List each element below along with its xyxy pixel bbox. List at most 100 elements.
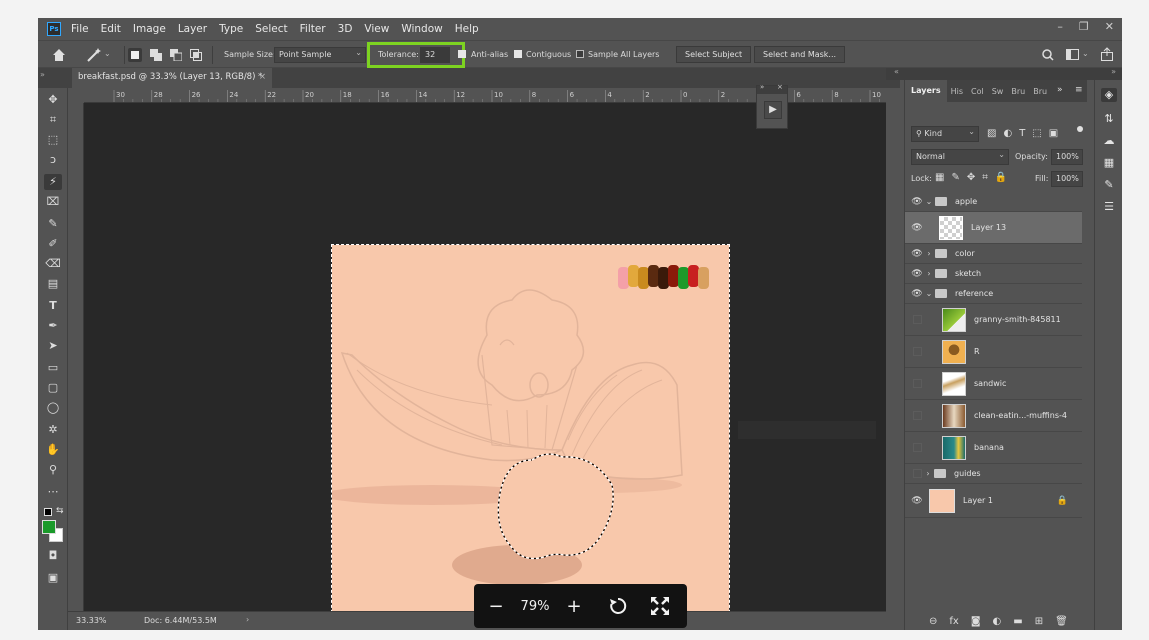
grid-panel-icon[interactable]: ▦	[1101, 156, 1117, 170]
shape-filter-icon[interactable]: ⬚	[1032, 128, 1041, 139]
lock-artboard-icon[interactable]: ⌗	[982, 172, 988, 183]
pixel-filter-icon[interactable]: ▨	[987, 128, 996, 139]
share-icon[interactable]	[1100, 47, 1114, 61]
zoom-out-button[interactable]: −	[482, 596, 510, 617]
default-colors-icon[interactable]	[44, 508, 52, 516]
path-selection-tool-icon[interactable]: ➤	[44, 338, 62, 354]
workspace-icon[interactable]	[1066, 49, 1080, 61]
marquee-tool-icon[interactable]: ⬚	[44, 132, 62, 148]
properties-panel-icon[interactable]: ☰	[1101, 200, 1117, 214]
zoom-level[interactable]: 33.33%	[76, 616, 107, 625]
contiguous-checkbox[interactable]	[514, 50, 522, 58]
collapse-toolbar-icon[interactable]: »	[40, 70, 45, 79]
new-layer-icon[interactable]: ⊞	[1035, 616, 1043, 627]
eraser-tool-icon[interactable]: ⌫	[44, 256, 62, 272]
menu-help[interactable]: Help	[455, 23, 479, 35]
zoom-in-button[interactable]: +	[560, 596, 588, 617]
panel-menu-icon[interactable]: ≡	[1075, 85, 1083, 95]
opacity-input[interactable]: 100%	[1051, 149, 1083, 165]
brush-tool-icon[interactable]: ✐	[44, 236, 62, 252]
status-menu-icon[interactable]: ›	[246, 615, 249, 624]
sample-all-layers-checkbox[interactable]	[576, 50, 584, 58]
visibility-eye-icon[interactable]: 👁	[911, 496, 923, 506]
gradient-tool-icon[interactable]: ▤	[44, 276, 62, 292]
collapse-panels-icon[interactable]: »	[1111, 67, 1116, 76]
close-icon[interactable]: ×	[777, 83, 783, 91]
layer-row-sandwic[interactable]: sandwic	[905, 368, 1082, 400]
fullscreen-icon[interactable]	[650, 596, 670, 616]
paths-panel-icon[interactable]: ☁	[1101, 134, 1117, 148]
menu-3d[interactable]: 3D	[338, 23, 353, 35]
layer-row-banana[interactable]: banana	[905, 432, 1082, 464]
home-icon[interactable]	[52, 48, 66, 62]
visibility-toggle[interactable]	[913, 411, 922, 420]
tab-brushes[interactable]: Bru	[1007, 87, 1029, 96]
adjustment-filter-icon[interactable]: ◐	[1003, 128, 1012, 139]
ellipse-tool-icon[interactable]: ◯	[44, 400, 62, 416]
zoom-tool-icon[interactable]: ⚲	[44, 462, 62, 478]
tab-swatches[interactable]: Sw	[988, 87, 1008, 96]
menu-edit[interactable]: Edit	[101, 23, 121, 35]
layer-row-sketch[interactable]: 👁 › sketch	[905, 264, 1082, 284]
add-to-selection-icon[interactable]	[150, 49, 162, 61]
document-canvas[interactable]	[322, 244, 730, 630]
subtract-from-selection-icon[interactable]	[170, 49, 182, 61]
visibility-eye-icon[interactable]: 👁	[911, 249, 923, 259]
visibility-eye-icon[interactable]: 👁	[911, 197, 923, 207]
brush-panel-icon[interactable]: ✎	[1101, 178, 1117, 192]
tab-color[interactable]: Col	[967, 87, 988, 96]
select-and-mask-button[interactable]: Select and Mask...	[754, 46, 846, 63]
artboard-tool-icon[interactable]: ⌗	[44, 112, 62, 128]
close-button[interactable]: ✕	[1105, 20, 1114, 33]
restore-button[interactable]: ❐	[1079, 20, 1089, 33]
chevron-right-icon[interactable]: ›	[922, 469, 934, 478]
chevron-down-icon[interactable]: ⌄	[923, 197, 935, 206]
close-tab-icon[interactable]: ×	[259, 72, 266, 82]
chevron-down-icon[interactable]: ⌄	[923, 289, 935, 298]
lasso-tool-icon[interactable]: ↄ	[44, 152, 62, 168]
add-mask-icon[interactable]: ◙	[971, 616, 981, 627]
tab-history[interactable]: His	[947, 87, 967, 96]
minimize-button[interactable]: –	[1057, 20, 1063, 33]
select-subject-button[interactable]: Select Subject	[676, 46, 752, 63]
chevron-down-icon[interactable]: ⌄	[104, 49, 111, 58]
hand-tool-icon[interactable]: ✋	[44, 442, 62, 458]
layer-row-color[interactable]: 👁 › color	[905, 244, 1082, 264]
layer-row-guides[interactable]: › guides	[905, 464, 1082, 484]
layer-row-r[interactable]: R	[905, 336, 1082, 368]
smart-object-filter-icon[interactable]: ▣	[1049, 128, 1058, 139]
quick-mask-icon[interactable]: ◘	[44, 548, 62, 564]
layer-row-granny-smith[interactable]: granny-smith-845811	[905, 304, 1082, 336]
visibility-toggle[interactable]	[913, 379, 922, 388]
lock-pixels-icon[interactable]: ✎	[951, 172, 959, 183]
sample-size-select[interactable]: Point Sample ⌄	[274, 47, 366, 63]
anti-alias-checkbox[interactable]	[458, 50, 466, 58]
play-action-button[interactable]: ▶	[764, 101, 782, 119]
layer-row-reference[interactable]: 👁 ⌄ reference	[905, 284, 1082, 304]
canvas-area[interactable]	[84, 103, 886, 630]
menu-view[interactable]: View	[364, 23, 389, 35]
expand-panels-icon[interactable]: «	[894, 67, 899, 76]
move-tool-icon[interactable]: ✥	[44, 92, 62, 108]
link-layers-icon[interactable]: ⊖	[929, 616, 937, 627]
adjustment-layer-icon[interactable]: ◐	[993, 616, 1002, 627]
rotate-icon[interactable]	[608, 596, 628, 616]
lock-all-icon[interactable]: 🔒	[995, 172, 1007, 183]
rectangle-tool-icon[interactable]: ▭	[44, 360, 62, 376]
menu-image[interactable]: Image	[133, 23, 166, 35]
menu-layer[interactable]: Layer	[178, 23, 207, 35]
rounded-rectangle-tool-icon[interactable]: ▢	[44, 380, 62, 396]
chevron-right-icon[interactable]: ›	[923, 269, 935, 278]
lock-transparency-icon[interactable]: ▦	[935, 172, 944, 183]
blend-mode-select[interactable]: Normal ⌄	[911, 149, 1009, 165]
layer-row-apple[interactable]: 👁 ⌄ apple	[905, 192, 1082, 212]
menu-select[interactable]: Select	[255, 23, 287, 35]
more-tabs-icon[interactable]: »	[1057, 85, 1063, 95]
new-selection-button[interactable]	[128, 48, 142, 62]
tab-brush-settings[interactable]: Bru	[1029, 87, 1051, 96]
menu-filter[interactable]: Filter	[300, 23, 326, 35]
document-tab[interactable]: breakfast.psd @ 33.3% (Layer 13, RGB/8) …	[72, 68, 272, 88]
screen-mode-icon[interactable]: ▣	[44, 570, 62, 586]
more-tools-icon[interactable]: ⋯	[44, 484, 62, 500]
menu-file[interactable]: File	[71, 23, 89, 35]
